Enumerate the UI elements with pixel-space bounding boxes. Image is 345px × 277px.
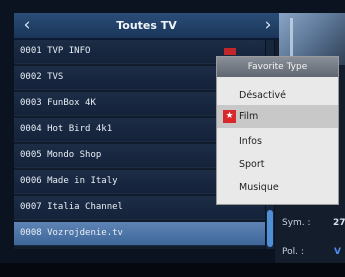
channel-label: 0003 FunBox 4K: [20, 98, 96, 108]
option-label: Désactivé: [239, 90, 286, 101]
option-label: Sport: [239, 159, 265, 170]
scrollbar-thumb[interactable]: [267, 210, 273, 247]
favorite-option-disabled[interactable]: Désactivé: [217, 84, 338, 107]
channel-label: 0008 Vozrojdenie.tv: [20, 228, 123, 238]
favorite-option-musique[interactable]: Musique: [217, 176, 338, 199]
option-label: Film: [239, 111, 259, 122]
symbol-rate-value: 27: [333, 218, 345, 228]
channel-group-title: Toutes TV: [116, 19, 177, 32]
channel-label: 0005 Mondo Shop: [20, 150, 102, 160]
channel-label: 0002 TVS: [20, 72, 64, 82]
symbol-rate-label: Sym. :: [282, 218, 311, 228]
channel-label: 0004 Hot Bird 4k1: [20, 124, 113, 134]
bottom-bar: [0, 263, 345, 277]
channel-label: 0006 Made in Italy: [20, 176, 118, 186]
favorite-option-sport[interactable]: Sport: [217, 153, 338, 176]
star-icon: ★: [223, 110, 236, 123]
option-label: Musique: [239, 182, 279, 193]
tv-screen: ‹ Toutes TV › 0001 TVP INFO 0002 TVS 000…: [0, 0, 345, 277]
chevron-right-icon[interactable]: ›: [259, 15, 277, 35]
polarization-value: V: [334, 247, 341, 257]
lock-badge-icon: [224, 48, 236, 55]
popup-title: Favorite Type: [217, 57, 338, 77]
polarization-label: Pol. :: [282, 247, 304, 257]
favorite-option-film[interactable]: ★ Film: [217, 105, 338, 128]
channel-label: 0007 Italia Channel: [20, 202, 123, 212]
channel-label: 0001 TVP INFO: [20, 46, 91, 56]
favorite-type-popup: Favorite Type Désactivé ★ Film Infos Spo…: [216, 56, 339, 205]
option-label: Infos: [239, 136, 262, 147]
channel-list-header: ‹ Toutes TV ›: [14, 13, 279, 40]
channel-row-selected[interactable]: 0008 Vozrojdenie.tv: [14, 222, 265, 246]
favorite-option-infos[interactable]: Infos: [217, 130, 338, 153]
